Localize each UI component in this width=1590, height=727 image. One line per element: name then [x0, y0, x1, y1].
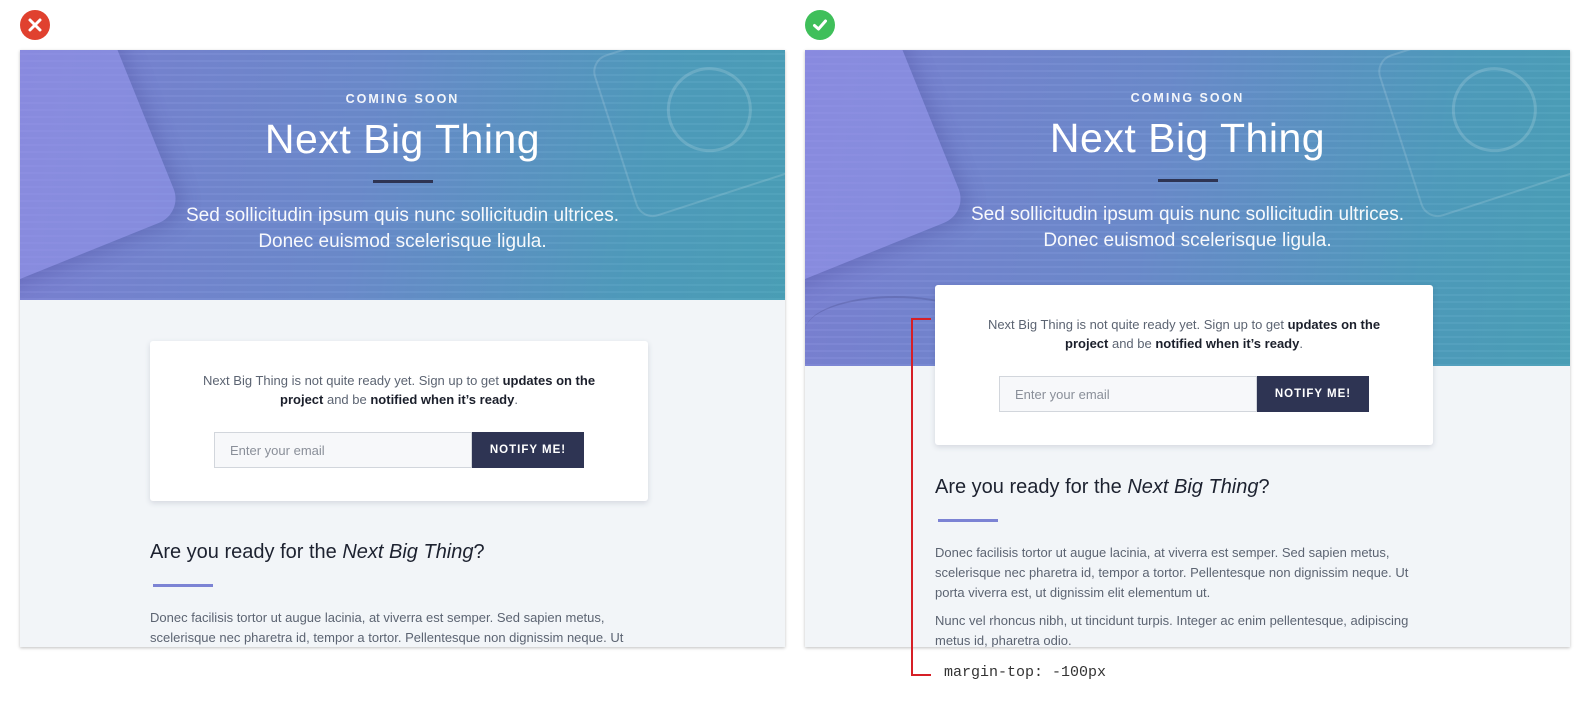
hero-title: Next Big Thing — [264, 116, 541, 162]
annotation-label: margin-top: -100px — [944, 664, 1107, 681]
hero-subtitle-line2: Donec euismod scelerisque ligula. — [1043, 230, 1332, 251]
annotation-bracket-line — [911, 318, 913, 676]
ready-heading: Are you ready for the Next Big Thing? — [150, 541, 650, 564]
signup-text-suffix: . — [1299, 336, 1303, 351]
signup-card: Next Big Thing is not quite ready yet. S… — [935, 285, 1433, 445]
coming-soon-label: COMING SOON — [345, 92, 460, 106]
signup-form: NOTIFY ME! — [999, 376, 1369, 412]
signup-text-prefix: Next Big Thing is not quite ready yet. S… — [202, 373, 503, 388]
notify-button[interactable]: NOTIFY ME! — [1257, 376, 1369, 412]
hero-banner: COMING SOON Next Big Thing Sed sollicitu… — [20, 50, 785, 300]
email-input[interactable] — [214, 432, 472, 468]
hero-subtitle: Sed sollicitudin ipsum quis nunc sollici… — [20, 203, 785, 255]
signup-text-notified: notified when it’s ready — [370, 392, 515, 407]
ready-divider — [938, 519, 998, 522]
signup-text-mid: and be — [1108, 336, 1156, 351]
hero-subtitle: Sed sollicitudin ipsum quis nunc sollici… — [805, 202, 1570, 254]
signup-text: Next Big Thing is not quite ready yet. S… — [194, 371, 604, 409]
notify-button[interactable]: NOTIFY ME! — [472, 432, 584, 468]
signup-text-prefix: Next Big Thing is not quite ready yet. S… — [987, 317, 1288, 332]
hero-title: Next Big Thing — [1049, 115, 1326, 161]
x-circle-icon — [20, 10, 50, 40]
annotation-bracket-bottom — [911, 674, 931, 676]
signup-text: Next Big Thing is not quite ready yet. S… — [979, 315, 1389, 353]
ready-heading-suffix: ? — [473, 541, 485, 563]
ready-divider — [153, 584, 213, 587]
ready-heading: Are you ready for the Next Big Thing? — [935, 476, 1435, 499]
signup-form: NOTIFY ME! — [214, 432, 584, 468]
hero-divider — [372, 180, 433, 183]
check-circle-icon — [805, 10, 835, 40]
hero-content: COMING SOON Next Big Thing Sed sollicitu… — [805, 91, 1570, 254]
ready-heading-emphasis: Next Big Thing — [1127, 476, 1259, 498]
check-mark-icon — [813, 19, 827, 31]
hero-subtitle-line2: Donec euismod scelerisque ligula. — [258, 231, 547, 252]
correct-layout-panel: COMING SOON Next Big Thing Sed sollicitu… — [805, 50, 1570, 647]
ready-heading-suffix: ? — [1258, 476, 1270, 498]
x-mark-icon — [28, 18, 42, 32]
signup-text-notified: notified when it’s ready — [1155, 336, 1300, 351]
ready-heading-emphasis: Next Big Thing — [342, 541, 474, 563]
hero-subtitle-line1: Sed sollicitudin ipsum quis nunc sollici… — [971, 204, 1404, 225]
ready-section: Are you ready for the Next Big Thing? Do… — [150, 541, 650, 647]
hero-divider — [1157, 179, 1218, 182]
signup-card: Next Big Thing is not quite ready yet. S… — [150, 341, 648, 501]
hero-subtitle-line1: Sed sollicitudin ipsum quis nunc sollici… — [186, 205, 619, 226]
signup-text-mid: and be — [323, 392, 371, 407]
ready-paragraph-1: Donec facilisis tortor ut augue lacinia,… — [935, 545, 1409, 600]
incorrect-layout-panel: COMING SOON Next Big Thing Sed sollicitu… — [20, 50, 785, 647]
annotation-bracket-top — [911, 318, 931, 320]
email-input[interactable] — [999, 376, 1257, 412]
signup-text-suffix: . — [514, 392, 518, 407]
ready-heading-prefix: Are you ready for the — [150, 541, 343, 563]
ready-paragraph-2: Nunc vel rhoncus nibh, ut tincidunt turp… — [935, 613, 1409, 647]
ready-section: Are you ready for the Next Big Thing? Do… — [935, 476, 1435, 647]
hero-content: COMING SOON Next Big Thing Sed sollicitu… — [20, 92, 785, 255]
coming-soon-label: COMING SOON — [1130, 91, 1245, 105]
ready-paragraph-1: Donec facilisis tortor ut augue lacinia,… — [150, 610, 624, 645]
ready-heading-prefix: Are you ready for the — [935, 476, 1128, 498]
